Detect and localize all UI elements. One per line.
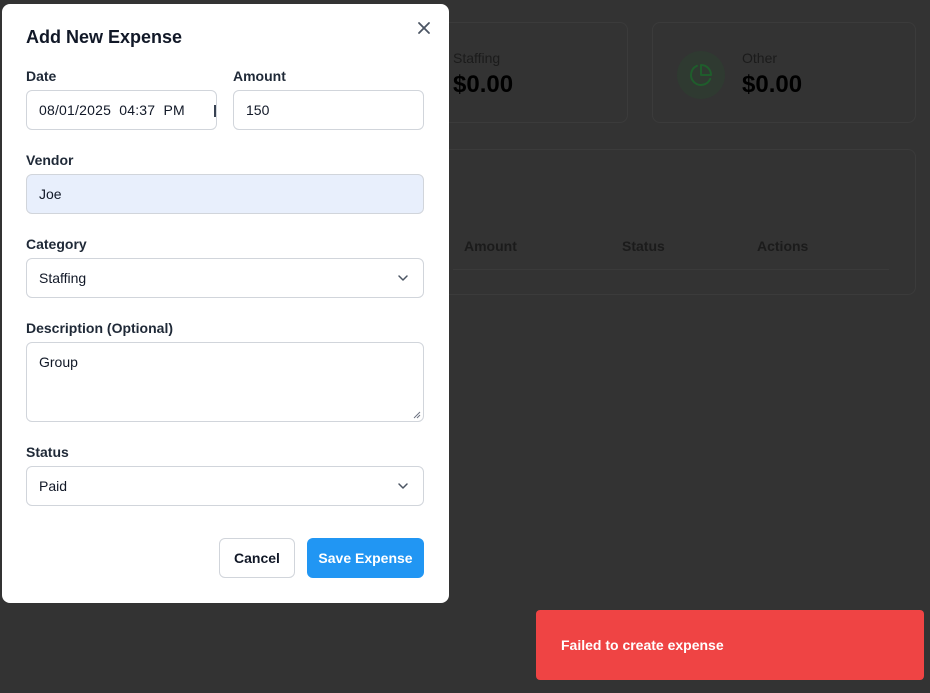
calendar-icon[interactable] (214, 105, 216, 117)
summary-card-staffing: Staffing $0.00 (430, 22, 628, 123)
summary-card-value: $0.00 (453, 71, 514, 98)
chevron-down-icon (398, 275, 408, 281)
close-icon (418, 22, 430, 34)
vendor-input[interactable]: Joe (26, 174, 424, 214)
expenses-table-card: Amount Status Actions (430, 149, 916, 295)
description-label: Description (Optional) (26, 320, 173, 336)
summary-card-label: Staffing (453, 50, 501, 66)
amount-input[interactable]: 150 (233, 90, 424, 130)
status-label: Status (26, 444, 69, 460)
error-toast[interactable]: Failed to create expense (536, 610, 924, 680)
category-label: Category (26, 236, 87, 252)
date-value: 08/01/2025 04:37 PM (39, 102, 185, 118)
modal-title: Add New Expense (26, 27, 183, 47)
status-select[interactable]: Paid (26, 466, 424, 506)
summary-card-other: Other $0.00 (652, 22, 916, 123)
resize-grip-icon[interactable] (413, 411, 421, 419)
toast-message: Failed to create expense (561, 637, 724, 653)
save-expense-button[interactable]: Save Expense (307, 538, 424, 578)
description-value: Group (39, 354, 78, 370)
table-header-status: Status (622, 238, 665, 254)
chevron-down-icon (398, 483, 408, 489)
summary-card-label: Other (742, 50, 778, 66)
date-label: Date (26, 68, 57, 84)
summary-card-value: $0.00 (742, 71, 803, 98)
vendor-label: Vendor (26, 152, 74, 168)
category-value: Staffing (39, 270, 87, 286)
category-select[interactable]: Staffing (26, 258, 424, 298)
cancel-button[interactable]: Cancel (219, 538, 295, 578)
amount-label: Amount (233, 68, 286, 84)
vendor-value: Joe (39, 186, 62, 202)
table-divider (453, 269, 889, 270)
table-header-amount: Amount (464, 238, 517, 254)
add-expense-modal: Add New Expense Date 08/01/2025 04:37 PM… (2, 4, 449, 603)
close-button[interactable] (414, 18, 434, 38)
pie-chart-icon (677, 51, 725, 99)
status-value: Paid (39, 478, 68, 494)
date-input[interactable]: 08/01/2025 04:37 PM (26, 90, 217, 130)
amount-value: 150 (246, 102, 270, 118)
description-textarea[interactable]: Group (26, 342, 424, 422)
table-header-actions: Actions (757, 238, 809, 254)
